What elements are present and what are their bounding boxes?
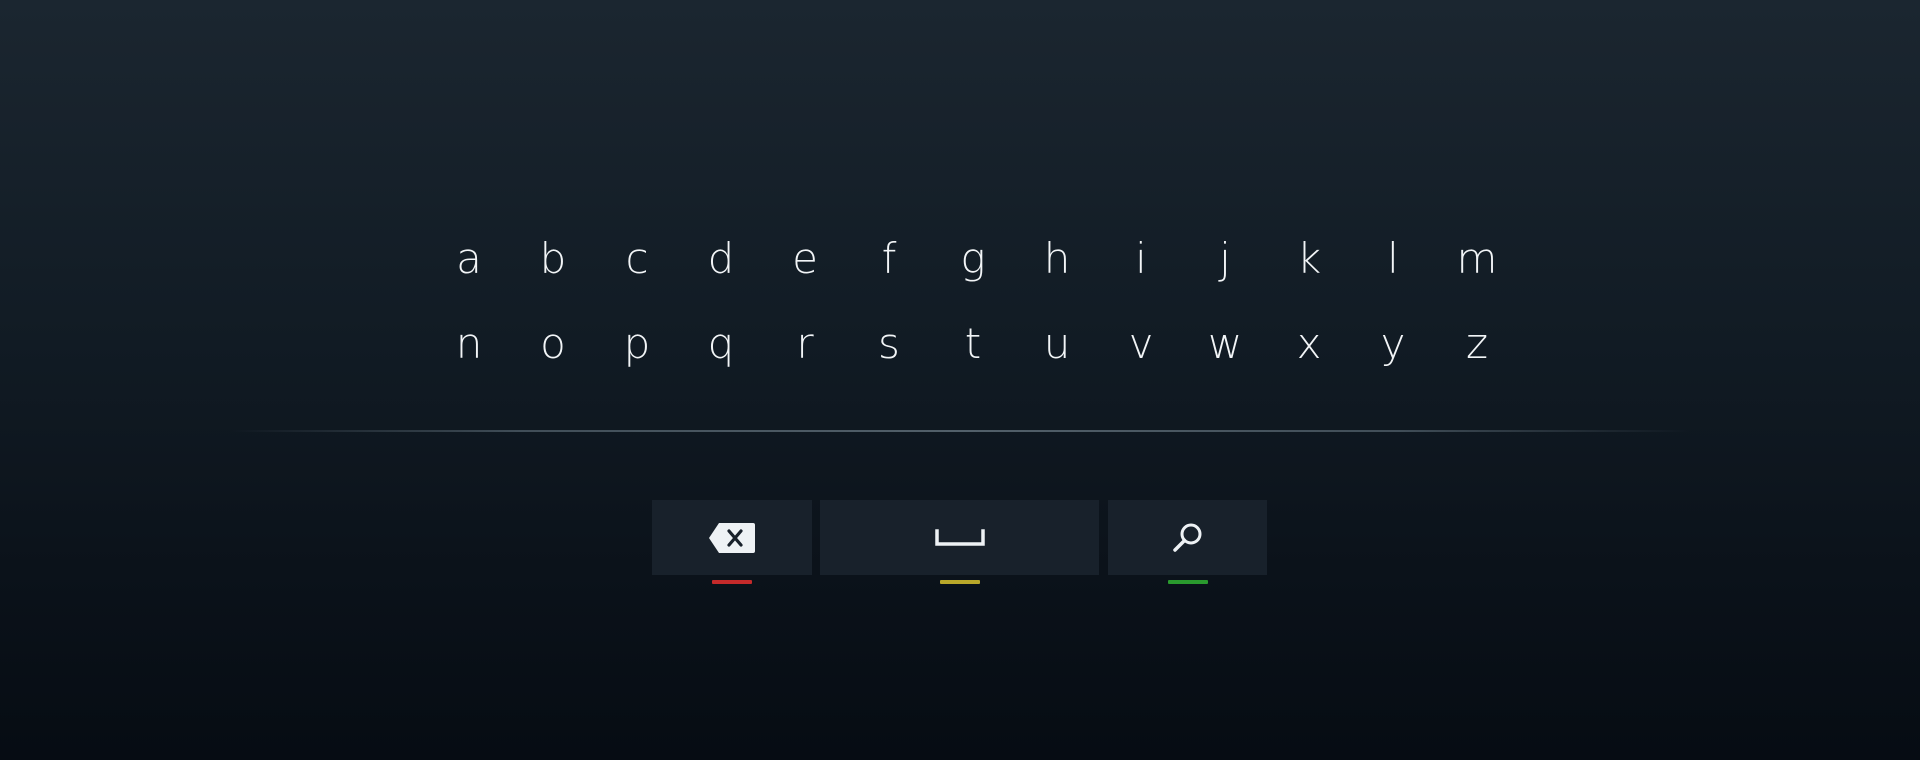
green-button-hint [1168,580,1208,584]
search-button[interactable] [1108,500,1267,575]
key-n[interactable]: n [427,313,511,373]
key-j[interactable]: j [1183,228,1267,288]
backspace-button[interactable] [652,500,812,575]
key-e[interactable]: e [763,228,847,288]
space-icon [934,528,985,547]
key-h[interactable]: h [1015,228,1099,288]
key-l[interactable]: l [1351,228,1435,288]
key-u[interactable]: u [1015,313,1099,373]
key-t[interactable]: t [931,313,1015,373]
red-button-hint [712,580,752,584]
key-b[interactable]: b [511,228,595,288]
key-i[interactable]: i [1099,228,1183,288]
yellow-button-hint [940,580,980,584]
key-d[interactable]: d [679,228,763,288]
key-row-2: n o p q r s t u v w x y z [427,313,1519,373]
key-m[interactable]: m [1435,228,1519,288]
key-z[interactable]: z [1435,313,1519,373]
key-k[interactable]: k [1267,228,1351,288]
space-button[interactable] [820,500,1099,575]
key-q[interactable]: q [679,313,763,373]
search-icon [1172,522,1204,554]
key-p[interactable]: p [595,313,679,373]
key-f[interactable]: f [847,228,931,288]
key-v[interactable]: v [1099,313,1183,373]
key-x[interactable]: x [1267,313,1351,373]
key-s[interactable]: s [847,313,931,373]
key-o[interactable]: o [511,313,595,373]
on-screen-keyboard: a b c d e f g h i j k l m n o p q r s t … [0,0,1920,760]
key-y[interactable]: y [1351,313,1435,373]
backspace-icon [709,522,755,553]
keyboard-divider [230,430,1690,432]
key-row-1: a b c d e f g h i j k l m [427,228,1519,288]
key-w[interactable]: w [1183,313,1267,373]
key-c[interactable]: c [595,228,679,288]
key-a[interactable]: a [427,228,511,288]
key-g[interactable]: g [931,228,1015,288]
key-r[interactable]: r [763,313,847,373]
